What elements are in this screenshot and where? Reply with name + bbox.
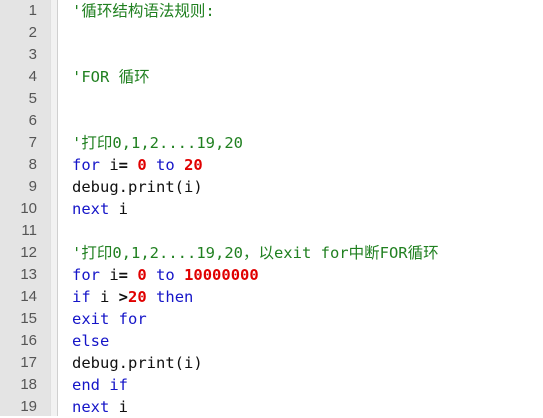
- code-line[interactable]: '打印0,1,2....19,20: [72, 132, 543, 154]
- code-line[interactable]: 'FOR 循环: [72, 66, 543, 88]
- code-line[interactable]: debug.print(i): [72, 176, 543, 198]
- code-token-text: i: [109, 398, 128, 416]
- code-token-comment: '打印0,1,2....19,20: [72, 134, 243, 152]
- code-line[interactable]: if i >20 then: [72, 286, 543, 308]
- line-number: 9: [28, 178, 37, 195]
- line-number: 14: [20, 288, 37, 305]
- code-token-keyword: for: [72, 156, 100, 174]
- line-number: 15: [20, 310, 37, 327]
- line-number: 1: [28, 2, 37, 19]
- code-line[interactable]: [72, 220, 543, 242]
- code-line[interactable]: for i= 0 to 10000000: [72, 264, 543, 286]
- code-token-number: 10000000: [184, 266, 259, 284]
- line-number: 13: [20, 266, 37, 283]
- code-token-text: i: [100, 156, 119, 174]
- code-token-op: =: [118, 266, 129, 284]
- code-token-keyword: exit for: [72, 310, 147, 328]
- line-number: 17: [20, 354, 37, 371]
- code-line[interactable]: [72, 44, 543, 66]
- code-line[interactable]: '循环结构语法规则:: [72, 0, 543, 22]
- code-line[interactable]: [72, 22, 543, 44]
- code-token-keyword: if: [72, 288, 91, 306]
- code-line[interactable]: [72, 110, 543, 132]
- code-editor[interactable]: 1 2 3 4 5 6 7 8 9 10 11 12 13 14 15 16 17 18 19 '循环结构语法规则:…: [0, 0, 543, 416]
- code-token-keyword: else: [72, 332, 110, 350]
- code-line[interactable]: else: [72, 330, 543, 352]
- code-line[interactable]: for i= 0 to 20: [72, 154, 543, 176]
- code-token-text: i: [100, 266, 119, 284]
- line-number: 12: [20, 244, 37, 261]
- code-token-comment: 'FOR 循环: [72, 68, 150, 86]
- code-token-number: 0: [137, 156, 147, 174]
- code-token-number: 0: [137, 266, 147, 284]
- code-line[interactable]: end if: [72, 374, 543, 396]
- line-number: 18: [20, 376, 37, 393]
- code-token-op: >: [118, 288, 129, 306]
- line-number: 4: [28, 68, 37, 85]
- line-number: 19: [20, 398, 37, 415]
- code-token-keyword: next: [72, 398, 110, 416]
- code-token-keyword: to: [156, 156, 175, 174]
- line-number: 5: [28, 90, 37, 107]
- code-token-keyword: for: [72, 266, 100, 284]
- line-number: 6: [28, 112, 37, 129]
- code-line[interactable]: next i: [72, 198, 543, 220]
- code-token-comment: '循环结构语法规则:: [72, 2, 215, 20]
- code-token-number: 20: [128, 288, 147, 306]
- code-token-keyword: next: [72, 200, 110, 218]
- line-number: 7: [28, 134, 37, 151]
- line-number: 8: [28, 156, 37, 173]
- code-token-number: 20: [184, 156, 203, 174]
- code-token-text: i: [90, 288, 119, 306]
- line-number: 2: [28, 24, 37, 41]
- code-line[interactable]: debug.print(i): [72, 352, 543, 374]
- line-number-gutter: 1 2 3 4 5 6 7 8 9 10 11 12 13 14 15 16 17 18 19: [0, 0, 58, 416]
- code-token-comment: '打印0,1,2....19,20，以exit for中断FOR循环: [72, 244, 439, 262]
- code-token-op: =: [118, 156, 129, 174]
- code-token-keyword: then: [156, 288, 194, 306]
- line-number: 16: [20, 332, 37, 349]
- line-number: 3: [28, 46, 37, 63]
- code-line[interactable]: '打印0,1,2....19,20，以exit for中断FOR循环: [72, 242, 543, 264]
- code-token-text: debug.print(i): [72, 178, 203, 196]
- code-token-keyword: to: [156, 266, 175, 284]
- code-line[interactable]: next i: [72, 396, 543, 416]
- line-number: 10: [20, 200, 37, 217]
- code-area[interactable]: '循环结构语法规则: 'FOR 循环 '打印0,1,2....19,20 for …: [58, 0, 543, 416]
- code-line[interactable]: [72, 88, 543, 110]
- code-token-text: i: [109, 200, 128, 218]
- code-token-text: debug.print(i): [72, 354, 203, 372]
- code-line[interactable]: exit for: [72, 308, 543, 330]
- line-number: 11: [21, 222, 37, 239]
- code-token-keyword: end if: [72, 376, 128, 394]
- fold-margin[interactable]: [50, 0, 57, 416]
